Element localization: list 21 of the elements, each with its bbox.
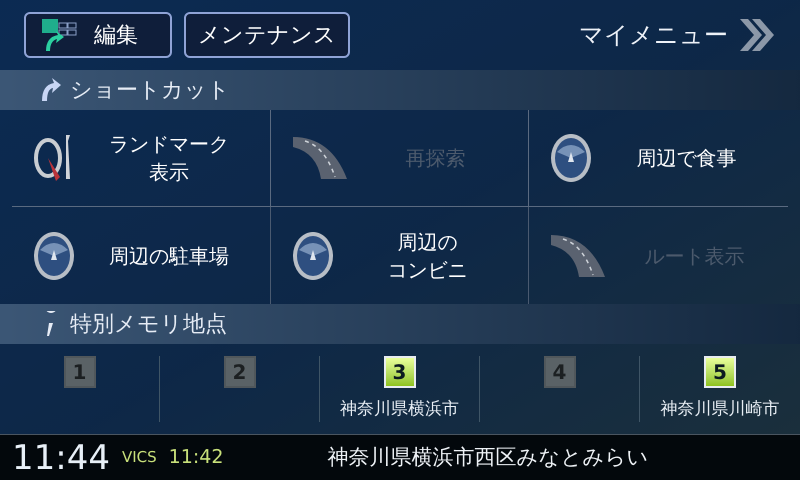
- shortcut-button[interactable]: 周辺の コンビニ: [282, 216, 516, 296]
- clock: 11:44: [12, 440, 110, 474]
- memory-slot-button[interactable]: 5: [704, 356, 736, 388]
- section-title: 特別メモリ地点: [70, 310, 227, 338]
- curved-arrow-icon: [40, 77, 62, 103]
- lens-icon: [32, 230, 76, 282]
- maintenance-button[interactable]: メンテナンス: [184, 12, 350, 58]
- place-name: 神奈川県横浜市: [340, 398, 459, 420]
- current-location: 神奈川県横浜市西区みなとみらい: [327, 444, 648, 471]
- shortcut-button[interactable]: ランドマーク 表示: [24, 118, 258, 198]
- memory-slot-button[interactable]: 3: [384, 356, 416, 388]
- lens-icon: [549, 132, 594, 184]
- shortcut-button[interactable]: 周辺の駐車場: [24, 216, 258, 296]
- place-name: 神奈川県川崎市: [660, 398, 780, 420]
- edit-button[interactable]: 編集: [24, 12, 172, 58]
- lens-icon: [290, 230, 335, 282]
- section-title: ショートカット: [70, 76, 230, 104]
- my-menu-button[interactable]: マイメニュー: [579, 17, 776, 53]
- vics-time: 11:42: [168, 445, 224, 470]
- shortcut-button[interactable]: 周辺で食事: [541, 118, 776, 198]
- vics-label: VICS: [122, 447, 157, 468]
